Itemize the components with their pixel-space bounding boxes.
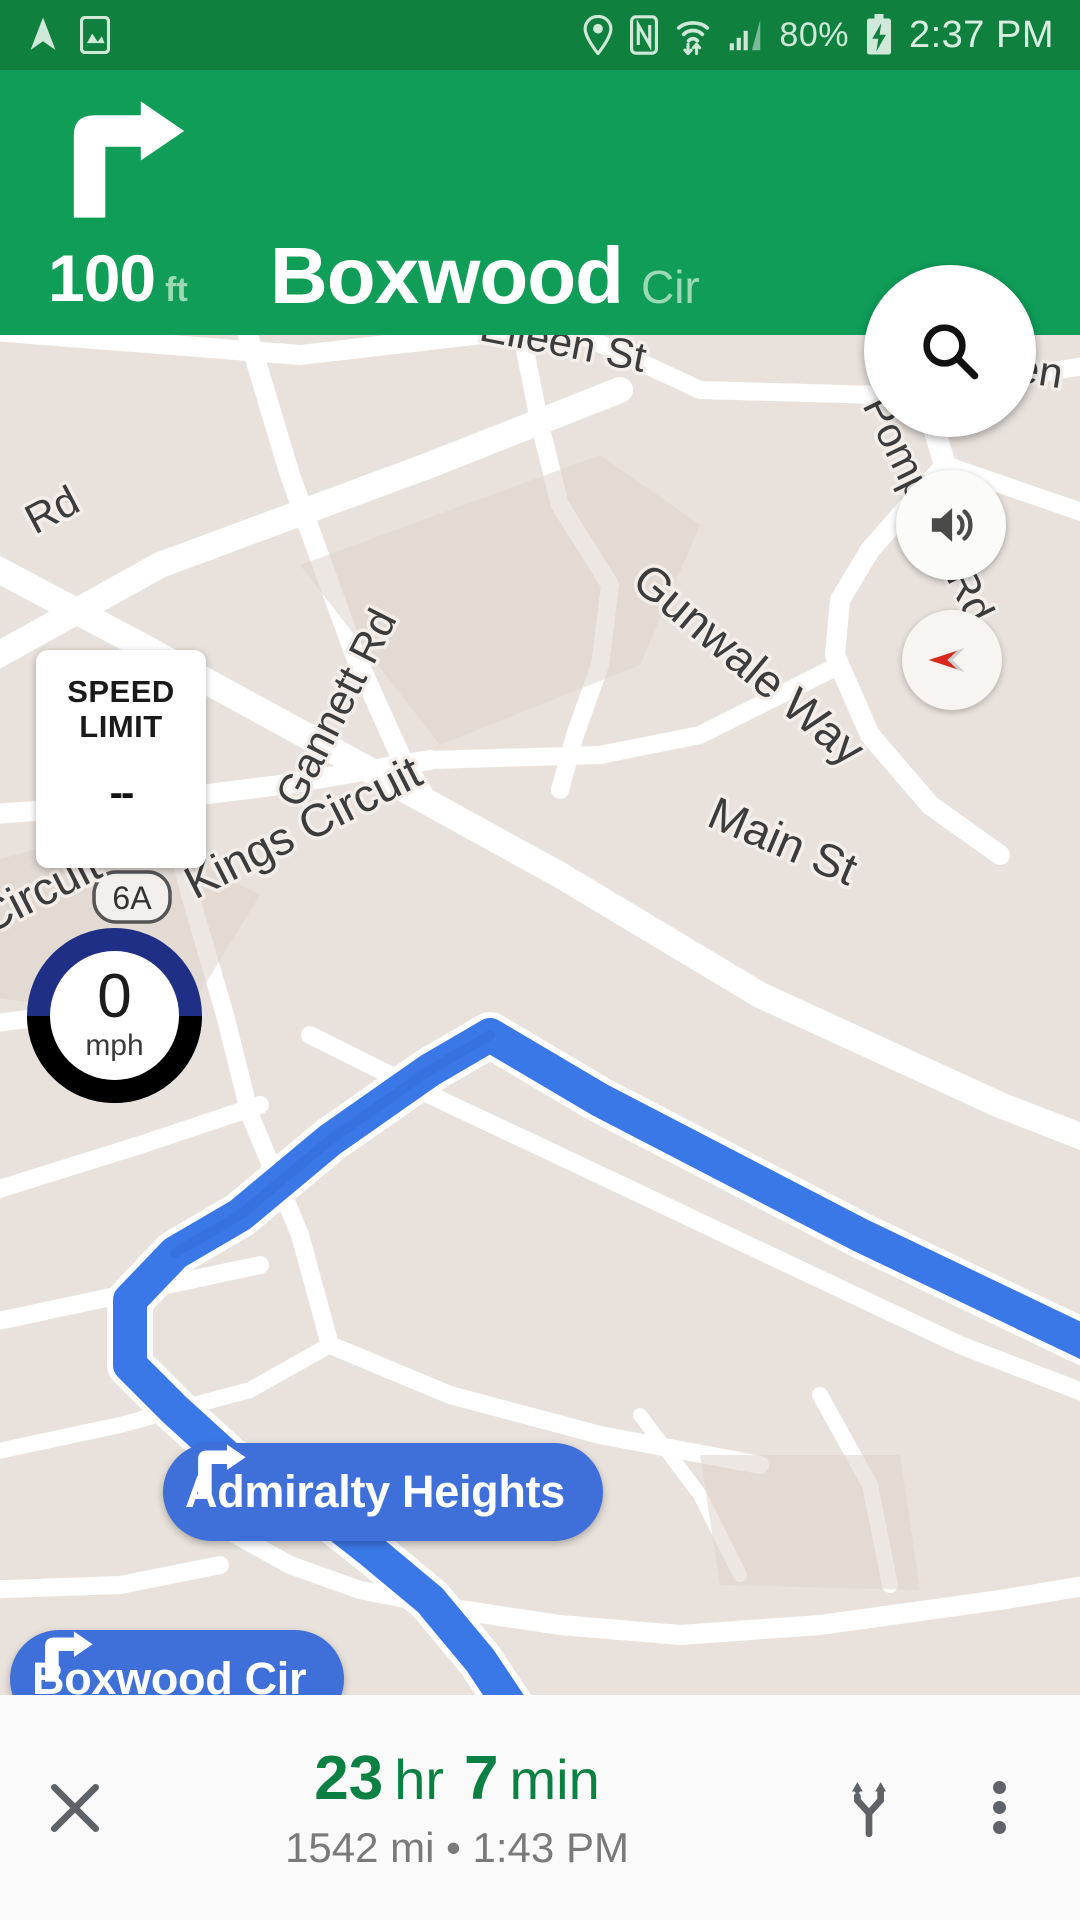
callout-turn-right-icon bbox=[198, 1444, 246, 1495]
compass-icon bbox=[928, 647, 965, 673]
callout-turn-right-icon bbox=[45, 1631, 93, 1682]
distance-unit: ft bbox=[165, 271, 188, 309]
eta-minutes-value: 7 bbox=[464, 1744, 499, 1813]
speedometer-face: 0 mph bbox=[50, 951, 179, 1080]
battery-charging-icon bbox=[866, 14, 891, 55]
eta-distance-arrival: 1542 mi • 1:43 PM bbox=[285, 1824, 629, 1871]
search-button[interactable] bbox=[864, 265, 1036, 437]
turn-right-maneuver-icon bbox=[73, 101, 185, 218]
speed-limit-sign: SPEED LIMIT -- bbox=[36, 650, 206, 868]
distance-value: 100 bbox=[48, 241, 156, 315]
eta-hours-value: 23 bbox=[314, 1744, 384, 1813]
status-bar-clock: 2:37 PM bbox=[908, 13, 1054, 56]
search-icon bbox=[923, 324, 979, 380]
speed-limit-line1: SPEED bbox=[67, 674, 175, 709]
status-bar-right-icons: 80% 2:37 PM bbox=[583, 14, 1080, 57]
street-name: Boxwood bbox=[270, 231, 624, 320]
street-type: Cir bbox=[640, 261, 700, 313]
svg-text:6A: 6A bbox=[112, 880, 152, 916]
distance-to-maneuver: 100 ft bbox=[48, 240, 188, 316]
navigation-screen: 80% 2:37 PM 100 ft Boxwood Cir Then bbox=[0, 0, 1080, 1920]
speed-limit-value: -- bbox=[109, 770, 135, 815]
battery-percent-label: 80% bbox=[779, 15, 849, 54]
overflow-menu-button[interactable] bbox=[934, 1774, 1064, 1841]
eta-duration: 23 hr 7 min bbox=[314, 1743, 599, 1814]
location-pin-icon bbox=[583, 15, 613, 55]
status-bar-left-icons bbox=[0, 16, 110, 54]
volume-on-icon bbox=[931, 508, 973, 542]
route-alternatives-icon bbox=[851, 1781, 887, 1837]
bottom-navigation-bar: 23 hr 7 min 1542 mi • 1:43 PM bbox=[0, 1695, 1080, 1920]
close-icon bbox=[50, 1783, 100, 1832]
current-speed-value: 0 bbox=[97, 962, 132, 1032]
signal-icon bbox=[730, 19, 761, 51]
wifi-icon bbox=[677, 21, 710, 55]
eta-hours-unit: hr bbox=[394, 1748, 445, 1811]
status-bar: 80% 2:37 PM bbox=[0, 0, 1080, 70]
eta-minutes-unit: min bbox=[509, 1748, 600, 1811]
screenshot-icon bbox=[80, 16, 110, 54]
current-speed-unit: mph bbox=[85, 1028, 144, 1062]
eta-summary[interactable]: 23 hr 7 min 1542 mi • 1:43 PM bbox=[110, 1743, 804, 1872]
speed-limit-line2: LIMIT bbox=[79, 709, 163, 745]
route-callout-boxwood-cir[interactable]: Boxwood Cir bbox=[10, 1630, 345, 1695]
next-street: Boxwood Cir bbox=[270, 230, 700, 322]
nfc-icon bbox=[630, 15, 659, 55]
sound-toggle-button[interactable] bbox=[896, 470, 1006, 580]
route-alternatives-button[interactable] bbox=[804, 1777, 934, 1839]
navigation-arrow-icon bbox=[30, 17, 56, 50]
compass-button[interactable] bbox=[902, 610, 1002, 710]
more-vert-icon bbox=[992, 1774, 1006, 1841]
speedometer[interactable]: 0 mph bbox=[27, 928, 202, 1103]
route-callout-admiralty-heights[interactable]: Admiralty Heights bbox=[163, 1443, 603, 1541]
